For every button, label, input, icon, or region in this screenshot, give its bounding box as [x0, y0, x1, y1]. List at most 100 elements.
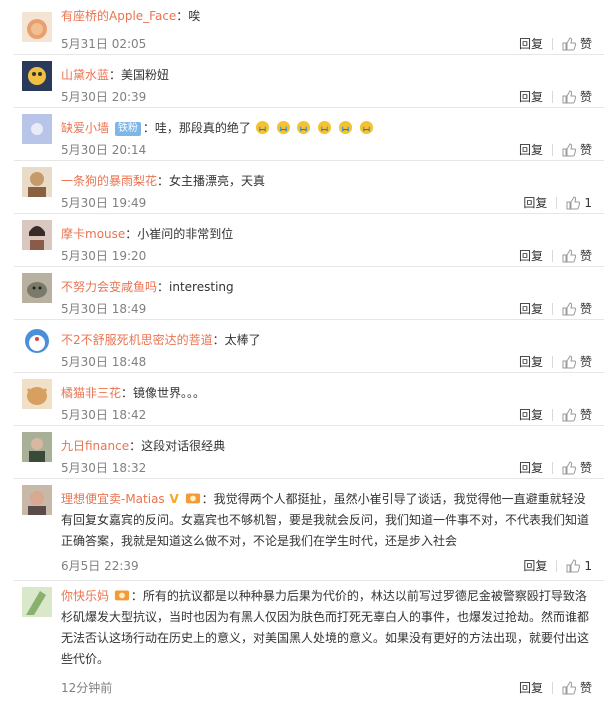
like-label: 赞 — [579, 37, 592, 51]
comment-time: 12分钟前 — [61, 681, 113, 695]
like-button[interactable]: 1 — [566, 194, 592, 212]
crying-face-icon — [255, 120, 269, 135]
reply-button[interactable]: 回复 — [523, 194, 547, 212]
like-button[interactable]: 赞 — [562, 88, 592, 106]
comment-username[interactable]: 理想便宜卖-Matias — [61, 492, 165, 506]
avatar[interactable] — [22, 432, 52, 462]
comment-text: 镜像世界。。。 — [133, 386, 206, 400]
like-label: 赞 — [579, 461, 592, 475]
comment-time: 6月5日 22:39 — [61, 559, 139, 573]
comment-text: 唉 — [188, 9, 201, 23]
like-button[interactable]: 赞 — [562, 406, 592, 424]
comment-item: 你快乐妈 ：所有的抗议都是以种种暴力后果为代价的，林达以前写过罗德尼金被警察殴打… — [14, 581, 604, 703]
avatar[interactable] — [22, 167, 52, 197]
avatar[interactable] — [22, 114, 52, 144]
comment-text: 这段对话很经典 — [141, 439, 226, 453]
comment-time: 5月30日 20:14 — [61, 143, 147, 157]
verified-icon: V — [169, 492, 179, 506]
comment-username[interactable]: 九日finance — [61, 439, 129, 453]
comment-time: 5月30日 19:20 — [61, 249, 147, 263]
avatar[interactable] — [22, 485, 52, 515]
comment-text: 美国粉妞 — [121, 68, 170, 82]
thumbs-up-icon — [562, 37, 576, 51]
comment-username[interactable]: 橘猫非三花 — [61, 386, 121, 400]
comment-item: 缺爱小墙 铁粉 ：哇，那段真的绝了 5月30日 20:14 回复 赞 — [14, 108, 604, 161]
comment-username[interactable]: 摩卡mouse — [61, 227, 125, 241]
thumbs-up-icon — [562, 681, 576, 695]
comment-time: 5月30日 18:48 — [61, 355, 147, 369]
thumbs-up-icon — [562, 355, 576, 369]
thumbs-up-icon — [562, 143, 576, 157]
reply-button[interactable]: 回复 — [519, 247, 543, 265]
emoji-group — [255, 120, 376, 142]
reply-button[interactable]: 回复 — [523, 557, 547, 575]
comment-item: 不努力会变咸鱼吗：interesting 5月30日 18:49 回复 赞 — [14, 267, 604, 320]
avatar[interactable] — [22, 61, 52, 91]
comment-item: 有座桥的Apple_Face：唉 5月31日 02:05 回复 赞 — [14, 0, 604, 55]
comment-username[interactable]: 有座桥的Apple_Face — [61, 9, 176, 23]
like-button[interactable]: 赞 — [562, 300, 592, 318]
like-button[interactable]: 赞 — [562, 35, 592, 53]
avatar[interactable] — [22, 326, 52, 356]
reply-button[interactable]: 回复 — [519, 679, 543, 697]
comment-text: interesting — [169, 280, 234, 294]
comment-time: 5月30日 19:49 — [61, 196, 147, 210]
comment-username[interactable]: 一条狗的暴雨梨花 — [61, 174, 157, 188]
thumbs-up-icon — [562, 461, 576, 475]
avatar[interactable] — [22, 12, 52, 42]
comment-text: 太棒了 — [224, 333, 261, 347]
crying-face-icon — [359, 120, 373, 135]
comment-time: 5月30日 18:32 — [61, 461, 147, 475]
comment-username[interactable]: 你快乐妈 — [61, 589, 109, 603]
like-count: 1 — [584, 559, 592, 573]
comment-time: 5月30日 18:49 — [61, 302, 147, 316]
medal-icon — [114, 590, 129, 601]
like-count: 1 — [584, 196, 592, 210]
like-button[interactable]: 赞 — [562, 459, 592, 477]
comment-username[interactable]: 不努力会变咸鱼吗 — [61, 280, 157, 294]
like-button[interactable]: 1 — [566, 557, 592, 575]
reply-button[interactable]: 回复 — [519, 353, 543, 371]
like-button[interactable]: 赞 — [562, 679, 592, 697]
thumbs-up-icon — [562, 249, 576, 263]
comment-username[interactable]: 缺爱小墙 — [61, 121, 109, 135]
like-button[interactable]: 赞 — [562, 353, 592, 371]
reply-button[interactable]: 回复 — [519, 406, 543, 424]
avatar[interactable] — [22, 379, 52, 409]
comment-text: 小崔问的非常到位 — [137, 227, 234, 241]
like-label: 赞 — [579, 355, 592, 369]
thumbs-up-icon — [562, 90, 576, 104]
reply-button[interactable]: 回复 — [519, 35, 543, 53]
comment-item: 山黛水蓝：美国粉妞 5月30日 20:39 回复 赞 — [14, 55, 604, 108]
like-button[interactable]: 赞 — [562, 141, 592, 159]
crying-face-icon — [297, 120, 311, 135]
comment-list: 有座桥的Apple_Face：唉 5月31日 02:05 回复 赞 山黛水蓝：美… — [0, 0, 608, 705]
like-label: 赞 — [579, 681, 592, 695]
like-label: 赞 — [579, 143, 592, 157]
comment-username[interactable]: 山黛水蓝 — [61, 68, 109, 82]
reply-button[interactable]: 回复 — [519, 459, 543, 477]
avatar[interactable] — [22, 220, 52, 250]
comment-time: 5月31日 02:05 — [61, 37, 147, 51]
crying-face-icon — [318, 120, 332, 135]
like-button[interactable]: 赞 — [562, 247, 592, 265]
fan-badge: 铁粉 — [114, 122, 141, 136]
reply-button[interactable]: 回复 — [519, 300, 543, 318]
avatar[interactable] — [22, 273, 52, 303]
comment-time: 5月30日 18:42 — [61, 408, 147, 422]
comment-item: 不2不舒服死机思密达的菩道：太棒了 5月30日 18:48 回复 赞 — [14, 320, 604, 373]
crying-face-icon — [276, 120, 290, 135]
comment-item: 理想便宜卖-Matias V ：我觉得两个人都挺扯，虽然小崔引导了谈话，我觉得他… — [14, 479, 604, 581]
reply-button[interactable]: 回复 — [519, 88, 543, 106]
like-label: 赞 — [579, 249, 592, 263]
comment-item: 摩卡mouse：小崔问的非常到位 5月30日 19:20 回复 赞 — [14, 214, 604, 267]
avatar[interactable] — [22, 587, 52, 617]
reply-button[interactable]: 回复 — [519, 141, 543, 159]
crying-face-icon — [338, 120, 353, 135]
comment-time: 5月30日 20:39 — [61, 90, 147, 104]
comment-username[interactable]: 不2不舒服死机思密达的菩道 — [61, 333, 213, 347]
like-label: 赞 — [579, 408, 592, 422]
like-label: 赞 — [579, 90, 592, 104]
thumbs-up-icon — [562, 302, 576, 316]
comment-item: 一条狗的暴雨梨花：女主播漂亮，天真 5月30日 19:49 回复 1 — [14, 161, 604, 214]
